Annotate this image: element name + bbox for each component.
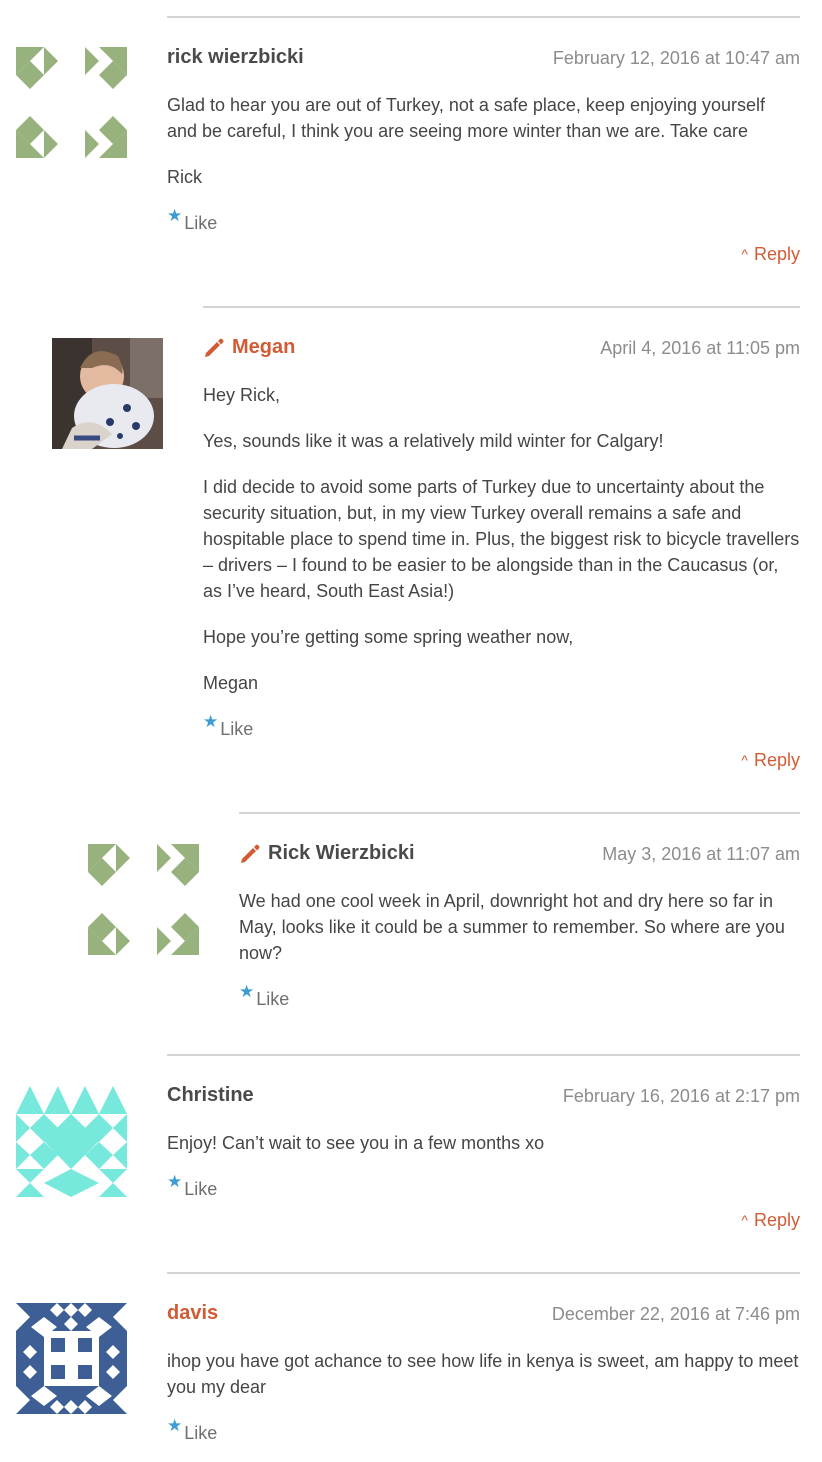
avatar[interactable] [52, 338, 163, 449]
comment-body: We had one cool week in April, downright… [239, 888, 800, 966]
like-label: Like [184, 1179, 218, 1199]
comment-date[interactable]: April 4, 2016 at 11:05 pm [600, 338, 800, 359]
comment-reply: Megan April 4, 2016 at 11:05 pm Hey Rick… [203, 306, 800, 774]
comment: Christine February 16, 2016 at 2:17 pm E… [167, 1054, 800, 1234]
comment-paragraph: Hey Rick, [203, 385, 281, 405]
comment-date[interactable]: May 3, 2016 at 11:07 am [602, 844, 800, 865]
comment: rick wierzbicki February 12, 2016 at 10:… [167, 16, 800, 268]
avatar[interactable] [16, 47, 127, 158]
author-name[interactable]: Megan [232, 336, 295, 359]
comment: davis December 22, 2016 at 7:46 pm ihop … [167, 1272, 800, 1444]
star-icon: ★ [239, 982, 255, 1001]
comment-date[interactable]: February 16, 2016 at 2:17 pm [563, 1086, 800, 1107]
like-button[interactable]: ★ Like [167, 206, 800, 234]
star-icon: ★ [203, 712, 219, 731]
comment-paragraph: Enjoy! Can’t wait to see you in a few mo… [167, 1133, 545, 1153]
like-label: Like [184, 213, 218, 233]
like-label: Like [256, 989, 290, 1009]
reply-label: Reply [753, 1210, 800, 1230]
star-icon: ★ [167, 1172, 183, 1191]
comment-paragraph: Glad to hear you are out of Turkey, not … [167, 95, 766, 141]
comment-paragraph: I did decide to avoid some parts of Turk… [203, 477, 800, 601]
identicon-avatar [16, 1086, 127, 1197]
like-button[interactable]: ★ Like [239, 982, 800, 1010]
chevron-up-icon: ^ [741, 1212, 748, 1228]
comment-paragraph: Megan [203, 673, 259, 693]
like-label: Like [220, 719, 254, 739]
comment-paragraph: Rick [167, 167, 202, 187]
identicon-avatar [88, 844, 199, 955]
comment-body: Hey Rick, Yes, sounds like it was a rela… [203, 382, 800, 696]
star-icon: ★ [167, 1416, 183, 1435]
avatar[interactable] [16, 1086, 127, 1197]
identicon-avatar [16, 47, 127, 158]
comment-divider [239, 812, 800, 814]
like-label: Like [184, 1423, 218, 1443]
chevron-up-icon: ^ [741, 752, 748, 768]
comment-date[interactable]: February 12, 2016 at 10:47 am [553, 48, 800, 69]
comment-body: Glad to hear you are out of Turkey, not … [167, 92, 800, 190]
comment-body: ihop you have got achance to see how lif… [167, 1348, 800, 1400]
reply-label: Reply [753, 244, 800, 264]
reply-label: Reply [753, 750, 800, 770]
comment-paragraph: We had one cool week in April, downright… [239, 891, 785, 963]
like-button[interactable]: ★ Like [167, 1416, 800, 1444]
star-icon: ★ [167, 206, 183, 225]
reply-link[interactable]: ^ Reply [167, 1210, 800, 1234]
comment-paragraph: Hope you’re getting some spring weather … [203, 627, 574, 647]
comment-divider [167, 16, 800, 18]
reply-link[interactable]: ^ Reply [167, 244, 800, 268]
comment-paragraph: Yes, sounds like it was a relatively mil… [203, 431, 664, 451]
chevron-up-icon: ^ [741, 246, 748, 262]
comment-divider [203, 306, 800, 308]
comment-reply: Rick Wierzbicki May 3, 2016 at 11:07 am … [239, 812, 800, 1010]
comment-divider [167, 1272, 800, 1274]
author-name[interactable]: Rick Wierzbicki [268, 842, 415, 865]
comment-paragraph: ihop you have got achance to see how lif… [167, 1351, 799, 1397]
identicon-avatar [16, 1303, 127, 1414]
pencil-icon [241, 844, 260, 863]
comment-date[interactable]: December 22, 2016 at 7:46 pm [552, 1304, 800, 1325]
avatar[interactable] [16, 1303, 127, 1414]
reply-link[interactable]: ^ Reply [203, 750, 800, 774]
photo-avatar [52, 338, 163, 449]
pencil-icon [205, 338, 224, 357]
comment-divider [167, 1054, 800, 1056]
like-button[interactable]: ★ Like [167, 1172, 800, 1200]
avatar[interactable] [88, 844, 199, 955]
comment-body: Enjoy! Can’t wait to see you in a few mo… [167, 1130, 800, 1156]
like-button[interactable]: ★ Like [203, 712, 800, 740]
